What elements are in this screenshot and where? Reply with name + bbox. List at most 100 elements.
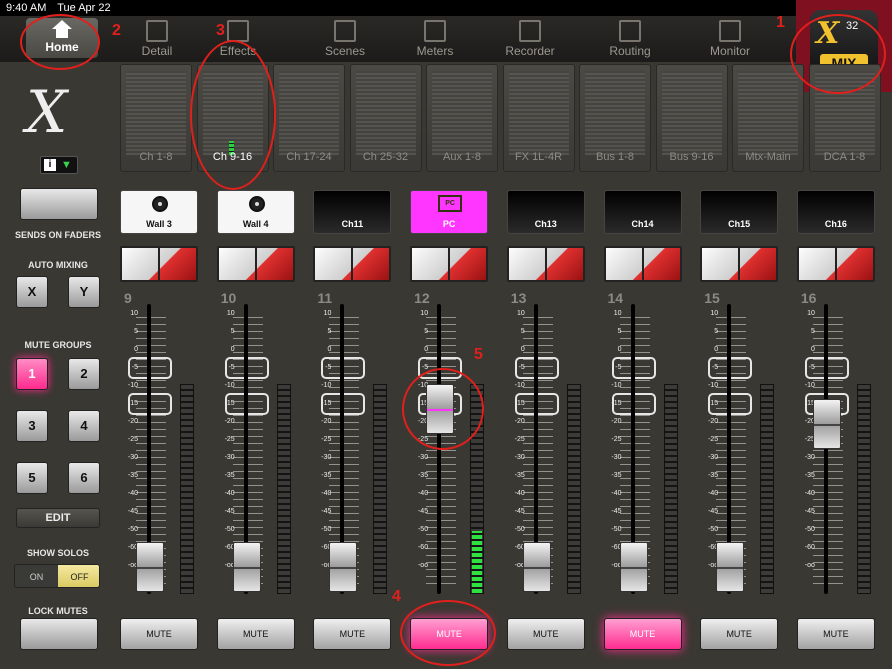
mute-button[interactable]: MUTE [700, 618, 779, 650]
fader-knob[interactable] [136, 541, 164, 592]
scale-label: -50 [611, 526, 622, 533]
scale-label: -25 [127, 436, 138, 443]
channel-name-button[interactable]: Wall 4 [216, 190, 295, 234]
show-solos-toggle[interactable]: ON OFF [14, 564, 100, 588]
fader-knob[interactable] [812, 399, 841, 449]
scale-label: -35 [804, 472, 815, 479]
channel-name-button[interactable]: Wall 3 [120, 190, 198, 234]
dynamics-graph[interactable] [216, 246, 295, 282]
tab-meters[interactable]: Meters [395, 16, 475, 62]
scale-label: -60 [321, 544, 332, 551]
scale-label: -50 [804, 526, 815, 533]
mute-button[interactable]: MUTE [796, 618, 875, 650]
scale-label: 5 [810, 328, 815, 335]
channel-name-button[interactable]: Ch16 [796, 190, 875, 234]
auto-mix-x-button[interactable]: X [16, 276, 48, 308]
bank-label: Bus 1-8 [596, 151, 634, 163]
channel-name-button[interactable]: Ch15 [700, 190, 779, 234]
dynamics-graph[interactable] [506, 246, 585, 282]
mute-group-4-button[interactable]: 4 [68, 410, 100, 442]
bank-fx-1l-4r[interactable]: FX 1L-4R [502, 64, 575, 172]
mute-button[interactable]: MUTE [120, 618, 198, 650]
mute-group-2-button[interactable]: 2 [68, 358, 100, 390]
tab-scenes[interactable]: Scenes [305, 16, 385, 62]
scale-label: -45 [321, 508, 332, 515]
bank-ch-17-24[interactable]: Ch 17-24 [273, 64, 345, 172]
bank-meters [279, 71, 339, 155]
annotation-1: 1 [776, 14, 785, 31]
bank-bus-9-16[interactable]: Bus 9-16 [655, 64, 728, 172]
info-icon[interactable]: i [44, 159, 56, 171]
fader-knob[interactable] [232, 541, 261, 592]
mute-button[interactable]: MUTE [506, 618, 585, 650]
effects-icon [227, 20, 249, 42]
bank-label: Ch 17-24 [286, 151, 332, 163]
scale-label: -10 [127, 382, 138, 389]
scale-label: -25 [708, 436, 719, 443]
scale-label: 5 [230, 328, 235, 335]
scale-label: -45 [804, 508, 815, 515]
tab-detail[interactable]: Detail [117, 16, 197, 62]
dynamics-graph[interactable] [603, 246, 682, 282]
scale-label: -40 [804, 490, 815, 497]
mute-group-1-button[interactable]: 1 [16, 358, 48, 390]
scale-label: -60 [708, 544, 719, 551]
dynamics-graph[interactable] [313, 246, 392, 282]
scale-label: 0 [617, 346, 622, 353]
mute-group-3-button[interactable]: 3 [16, 410, 48, 442]
scale-label: -20 [611, 418, 622, 425]
sends-on-faders-button[interactable] [20, 188, 98, 220]
channel-name-button[interactable]: PC PC [410, 190, 489, 234]
annotation-2: 2 [112, 22, 121, 39]
dynamics-graph[interactable] [700, 246, 779, 282]
mute-button[interactable]: MUTE [603, 618, 682, 650]
channel-name-button[interactable]: Ch11 [313, 190, 392, 234]
scale-label: 10 [420, 310, 429, 317]
bank-aux-1-8[interactable]: Aux 1-8 [426, 64, 498, 172]
bank-ch-1-8[interactable]: Ch 1-8 [120, 64, 192, 172]
channel-name-button[interactable]: Ch13 [506, 190, 585, 234]
fader-track [823, 304, 828, 594]
bank-mtx-main[interactable]: Mtx-Main [732, 64, 804, 172]
fader-knob[interactable] [522, 541, 551, 592]
home-annotation-circle [20, 14, 100, 70]
lock-mutes-label: LOCK MUTES [28, 606, 88, 616]
fader-knob[interactable] [716, 541, 745, 592]
dynamics-graph[interactable] [410, 246, 489, 282]
mute-button[interactable]: MUTE [313, 618, 392, 650]
tab-monitor[interactable]: Monitor [690, 16, 770, 62]
scale-label: -25 [611, 436, 622, 443]
mute-button[interactable]: MUTE [216, 618, 295, 650]
solo-off-option[interactable]: OFF [58, 565, 99, 587]
solo-on-option[interactable]: ON [15, 565, 58, 587]
channel-strip-16: Ch16 16 10 5 0 -5 -10 -15 -20 -25 -30 -35 -40 -45 -50-… [793, 176, 889, 669]
scale-label: -40 [611, 490, 622, 497]
status-time: 9:40 AM [6, 2, 47, 14]
mute-group-6-button[interactable]: 6 [68, 462, 100, 494]
info-wifi-indicator[interactable]: i ▼ [40, 156, 78, 174]
fader-knob[interactable] [329, 541, 358, 592]
tab-recorder[interactable]: Recorder [490, 16, 570, 62]
tab-routing[interactable]: Routing [590, 16, 670, 62]
bank-meters [432, 71, 492, 155]
scale-label: -oo [224, 562, 235, 569]
monitor-icon [719, 20, 741, 42]
auto-mix-y-button[interactable]: Y [68, 276, 100, 308]
dynamics-graph[interactable] [120, 246, 198, 282]
edit-button[interactable]: EDIT [16, 508, 100, 528]
fader-scale: 10 5 0 -5 -10 -15 -20 -25 -30 -35 -40 -45 -50 -60 -oo [406, 310, 430, 594]
bank-bus-1-8[interactable]: Bus 1-8 [579, 64, 651, 172]
status-date: Tue Apr 22 [57, 2, 111, 14]
mute-group-5-button[interactable]: 5 [16, 462, 48, 494]
dynamics-graph[interactable] [796, 246, 875, 282]
lock-mutes-button[interactable] [20, 618, 98, 650]
scale-label: -25 [224, 436, 235, 443]
bank-ch-25-32[interactable]: Ch 25-32 [349, 64, 422, 172]
channel-name: Ch14 [631, 219, 654, 229]
scale-label: -20 [708, 418, 719, 425]
scale-label: -20 [321, 418, 332, 425]
scale-label: -35 [127, 472, 138, 479]
fader-knob[interactable] [619, 541, 648, 592]
channel-name: Wall 3 [146, 219, 172, 229]
channel-name-button[interactable]: Ch14 [603, 190, 682, 234]
